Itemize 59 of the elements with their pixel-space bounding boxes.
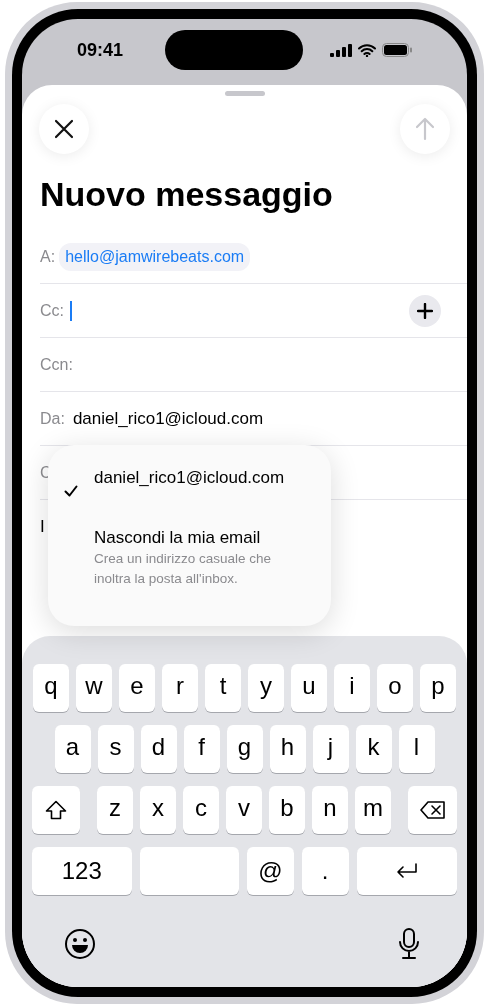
delete-key[interactable] [408,786,457,834]
letter-key[interactable]: v [226,786,262,834]
letter-key[interactable]: d [140,725,177,773]
field-label: Ccn: [40,354,73,375]
plus-icon [417,302,433,319]
menu-option[interactable]: daniel_rico1@icloud.com [48,467,331,527]
letter-key[interactable]: t [205,664,241,712]
return-icon [394,862,419,880]
arrow-up-icon [415,117,435,141]
letter-key[interactable]: m [355,786,391,834]
shift-icon [45,800,67,820]
letter-key[interactable]: g [226,725,263,773]
shift-key[interactable] [32,786,80,834]
option-description: Crea un indirizzo casuale che inoltra la posta all'inbox. [94,550,273,588]
close-icon [54,119,74,139]
letter-key[interactable]: r [162,664,198,712]
letter-key[interactable]: s [97,725,134,773]
field-label: Cc: [40,300,64,321]
compose-title: Nuovo messaggio [40,174,334,215]
symbol-key[interactable]: @ [247,847,294,895]
letter-key[interactable]: y [248,664,284,712]
letter-key[interactable]: a [54,725,91,773]
checkmark-icon [64,485,78,497]
letter-key[interactable]: i [334,664,370,712]
letter-key[interactable]: p [420,664,456,712]
status-time: 09:41 [77,38,125,62]
recipient-token[interactable]: hello@jamwirebeats.com [59,242,251,271]
letter-key[interactable]: l [398,725,435,773]
field-label: A: [40,246,56,267]
microphone-icon [398,928,420,960]
option-title: daniel_rico1@icloud.com [94,467,285,489]
wifi-icon [358,43,376,57]
emoji-button[interactable] [64,928,96,960]
field-value[interactable]: daniel_rico1@icloud.com [72,405,264,432]
letter-key[interactable]: w [76,664,112,712]
battery-icon [382,43,412,57]
letter-key[interactable]: n [312,786,348,834]
letter-key[interactable]: k [355,725,392,773]
signal-icon [330,43,352,57]
letter-key[interactable]: q [33,664,69,712]
letter-key[interactable]: c [183,786,219,834]
add-button[interactable] [409,294,441,327]
letter-key[interactable]: h [269,725,306,773]
letter-key[interactable]: u [291,664,327,712]
field-label: Da: [40,408,65,429]
menu-option[interactable]: Nascondi la mia email Crea un indirizzo casuale che inoltra la posta all'inbox. [48,527,331,589]
letter-key[interactable]: x [140,786,176,834]
letter-key[interactable]: f [183,725,220,773]
letter-key[interactable]: e [119,664,155,712]
letter-key[interactable]: j [312,725,349,773]
smiley-icon [64,928,96,960]
numbers-key[interactable]: 123 [32,847,132,895]
letter-key[interactable]: b [269,786,305,834]
symbol-key[interactable]: . [301,847,349,895]
letter-key[interactable]: z [97,786,133,834]
field-label: I [40,516,45,539]
backspace-icon [419,801,446,819]
option-title: Nascondi la mia email [94,527,262,549]
letter-key[interactable]: o [377,664,413,712]
